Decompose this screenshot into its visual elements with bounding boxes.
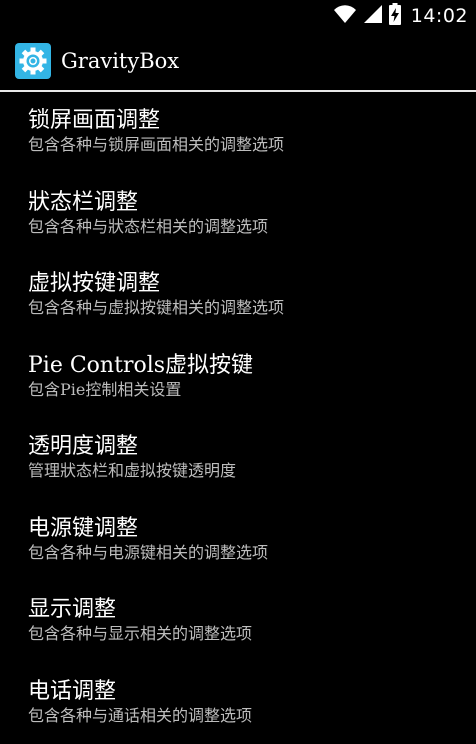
item-title: 锁屏画面调整 bbox=[28, 107, 476, 135]
status-icons: 14:02 bbox=[333, 5, 468, 27]
settings-item-power-key[interactable]: 电源键调整 包含各种与电源键相关的调整选项 bbox=[0, 500, 476, 582]
status-time: 14:02 bbox=[411, 5, 468, 27]
action-bar: GravityBox bbox=[0, 32, 476, 90]
settings-item-navbar[interactable]: 虚拟按键调整 包含各种与虚拟按键相关的调整选项 bbox=[0, 255, 476, 337]
item-summary: 包含各种与锁屏画面相关的调整选项 bbox=[28, 135, 476, 155]
settings-item-pie-controls[interactable]: Pie Controls虚拟按键 包含Pie控制相关设置 bbox=[0, 337, 476, 419]
settings-item-statusbar[interactable]: 狀态栏调整 包含各种与狀态栏相关的调整选项 bbox=[0, 174, 476, 256]
item-title: 狀态栏调整 bbox=[28, 189, 476, 217]
item-summary: 包含各种与电源键相关的调整选项 bbox=[28, 543, 476, 563]
wifi-icon bbox=[333, 4, 357, 28]
cell-signal-icon bbox=[363, 4, 383, 28]
settings-item-display[interactable]: 显示调整 包含各种与显示相关的调整选项 bbox=[0, 581, 476, 663]
item-summary: 包含各种与狀态栏相关的调整选项 bbox=[28, 217, 476, 237]
gear-icon[interactable] bbox=[15, 43, 51, 79]
status-bar: 14:02 bbox=[0, 0, 476, 32]
item-title: 虚拟按键调整 bbox=[28, 270, 476, 298]
settings-item-lockscreen[interactable]: 锁屏画面调整 包含各种与锁屏画面相关的调整选项 bbox=[0, 92, 476, 174]
item-summary: 管理狀态栏和虚拟按键透明度 bbox=[28, 461, 476, 481]
item-title: Pie Controls虚拟按键 bbox=[28, 352, 476, 380]
settings-item-phone[interactable]: 电话调整 包含各种与通话相关的调整选项 bbox=[0, 663, 476, 744]
battery-charging-icon bbox=[389, 3, 401, 29]
item-summary: 包含Pie控制相关设置 bbox=[28, 380, 476, 400]
settings-list: 锁屏画面调整 包含各种与锁屏画面相关的调整选项 狀态栏调整 包含各种与狀态栏相关… bbox=[0, 92, 476, 744]
item-title: 电话调整 bbox=[28, 678, 476, 706]
item-summary: 包含各种与显示相关的调整选项 bbox=[28, 624, 476, 644]
item-title: 电源键调整 bbox=[28, 515, 476, 543]
item-summary: 包含各种与虚拟按键相关的调整选项 bbox=[28, 298, 476, 318]
app-title: GravityBox bbox=[61, 49, 179, 73]
item-title: 透明度调整 bbox=[28, 433, 476, 461]
item-summary: 包含各种与通话相关的调整选项 bbox=[28, 706, 476, 726]
item-title: 显示调整 bbox=[28, 596, 476, 624]
settings-item-transparency[interactable]: 透明度调整 管理狀态栏和虚拟按键透明度 bbox=[0, 418, 476, 500]
